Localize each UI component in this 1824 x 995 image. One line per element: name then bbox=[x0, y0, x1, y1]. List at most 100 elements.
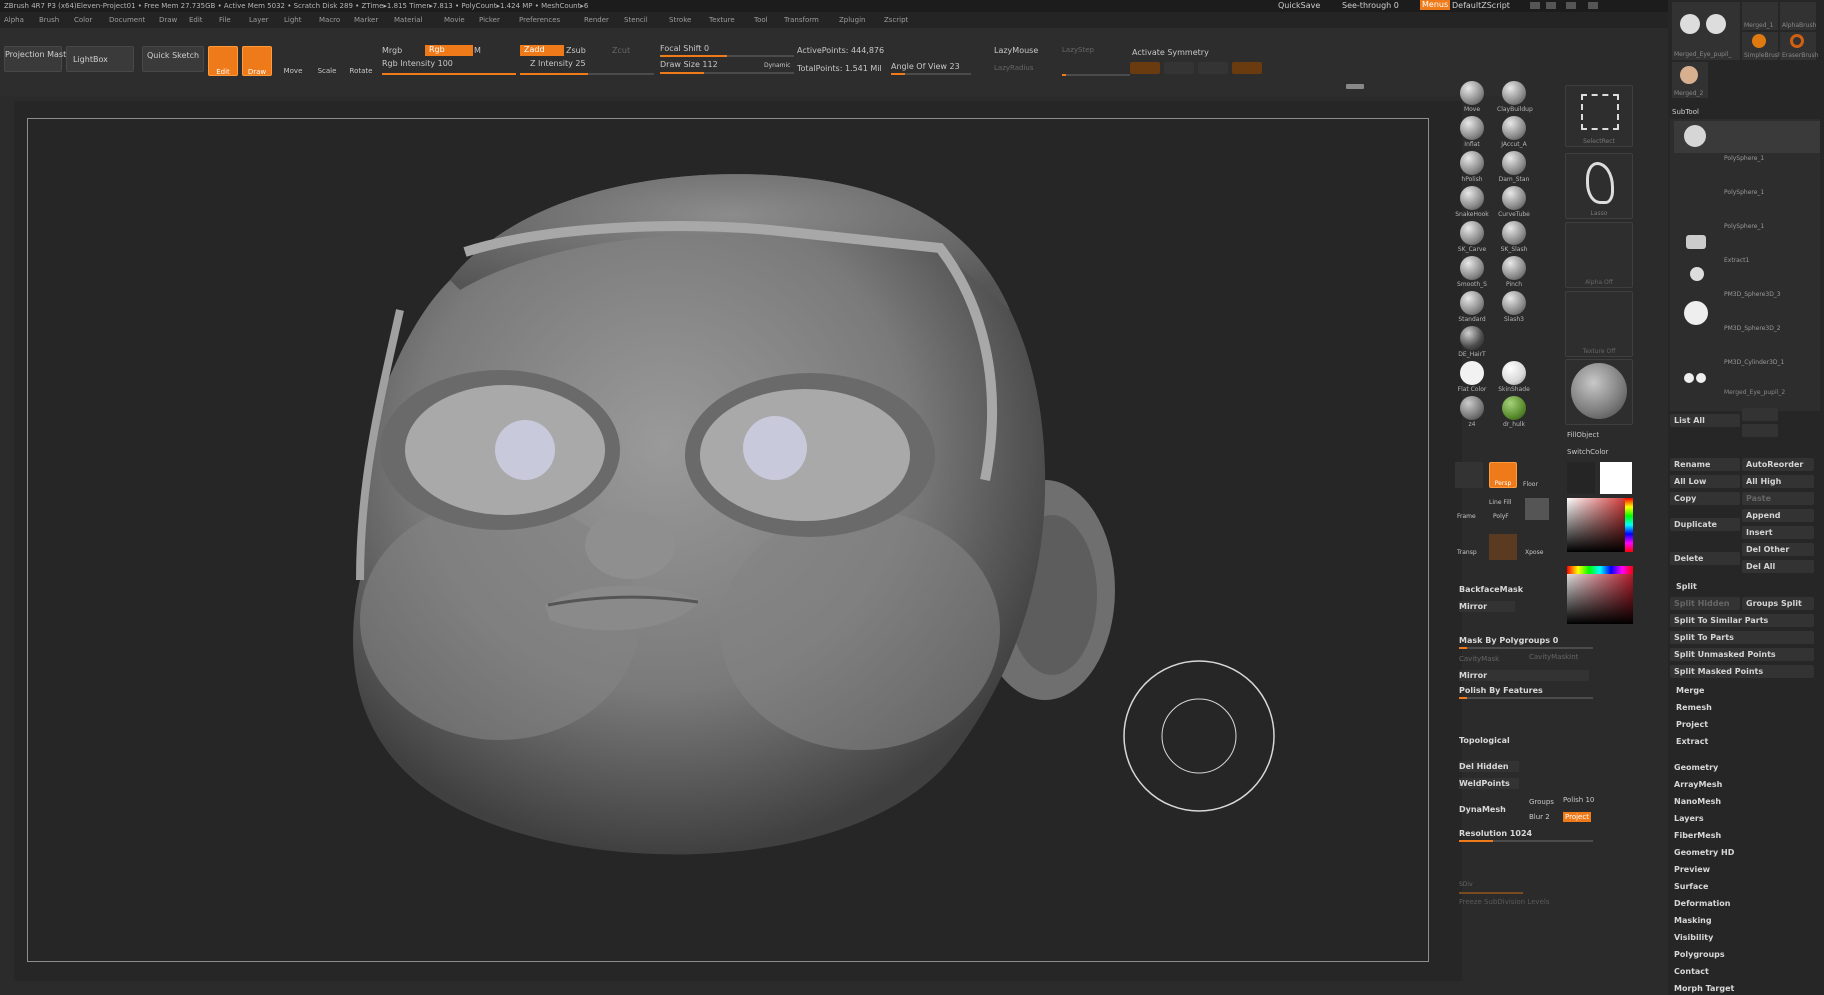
mrgb-button[interactable]: Mrgb bbox=[382, 46, 402, 56]
brush-dam-standard[interactable]: Dam_Stan bbox=[1497, 151, 1531, 183]
layers-menu[interactable]: Layers bbox=[1674, 814, 1704, 823]
polygroups-menu[interactable]: Polygroups bbox=[1674, 950, 1725, 959]
groups-split-button[interactable]: Groups Split bbox=[1742, 597, 1814, 610]
menu-brush[interactable]: Brush bbox=[39, 15, 59, 25]
weldpoints-button[interactable]: WeldPoints bbox=[1459, 778, 1519, 789]
color-picker-main[interactable] bbox=[1567, 498, 1633, 552]
close-icon[interactable] bbox=[1588, 2, 1598, 9]
draw-size-slider[interactable]: Draw Size 112 bbox=[660, 60, 718, 70]
append-button[interactable]: Append bbox=[1742, 509, 1814, 522]
move-button[interactable]: Move bbox=[278, 66, 308, 76]
all-high-button[interactable]: All High bbox=[1742, 475, 1814, 488]
rename-button[interactable]: Rename bbox=[1670, 458, 1740, 471]
switchcolor-button[interactable]: SwitchColor bbox=[1567, 447, 1608, 457]
paste-button[interactable]: Paste bbox=[1742, 492, 1814, 505]
ghost-icon[interactable] bbox=[1489, 534, 1517, 560]
brush-standard[interactable]: Standard bbox=[1455, 291, 1489, 323]
primary-color-swatch[interactable] bbox=[1600, 462, 1632, 494]
menus-button[interactable]: Menus bbox=[1420, 0, 1451, 10]
menu-document[interactable]: Document bbox=[109, 15, 145, 25]
menu-picker[interactable]: Picker bbox=[479, 15, 500, 25]
menu-zplugin[interactable]: Zplugin bbox=[839, 15, 865, 25]
material-preview[interactable] bbox=[1565, 359, 1633, 425]
see-through-slider[interactable]: See-through 0 bbox=[1342, 1, 1399, 11]
brush-pinch[interactable]: Pinch bbox=[1497, 256, 1531, 288]
topological-button[interactable]: Topological bbox=[1459, 735, 1510, 746]
brush-sk-slash[interactable]: SK_Slash bbox=[1497, 221, 1531, 253]
z-intensity-track[interactable] bbox=[520, 73, 654, 75]
transp-button[interactable]: Transp bbox=[1457, 548, 1477, 558]
tool-thumb-alphabrush[interactable]: AlphaBrush bbox=[1780, 2, 1816, 30]
m-button[interactable]: M bbox=[474, 46, 481, 56]
lazyradius-slider[interactable]: LazyRadius bbox=[994, 63, 1033, 73]
angle-of-view-slider[interactable]: Angle Of View 23 bbox=[891, 62, 960, 72]
polish-slider[interactable]: Polish 10 bbox=[1563, 795, 1594, 805]
cavitymaskint-slider[interactable]: CavityMaskInt bbox=[1529, 652, 1578, 662]
project-section[interactable]: Project bbox=[1676, 720, 1708, 729]
menu-preferences[interactable]: Preferences bbox=[519, 15, 560, 25]
brush-hpolish[interactable]: hPolish bbox=[1455, 151, 1489, 183]
menu-transform[interactable]: Transform bbox=[784, 15, 819, 25]
duplicate-button[interactable]: Duplicate bbox=[1670, 518, 1740, 531]
material-flat-color[interactable]: Flat Color bbox=[1455, 361, 1489, 393]
dynamic-toggle[interactable]: Dynamic bbox=[764, 61, 790, 71]
menu-stencil[interactable]: Stencil bbox=[624, 15, 648, 25]
alpha-off-button[interactable]: Alpha Off bbox=[1565, 222, 1633, 288]
menu-layer[interactable]: Layer bbox=[249, 15, 269, 25]
brush-curvetube[interactable]: CurveTube bbox=[1497, 186, 1531, 218]
split-hidden-button[interactable]: Split Hidden bbox=[1670, 597, 1740, 610]
subtool-pm3d-cylinder3d-1[interactable]: PM3D_Cylinder3D_1 bbox=[1674, 357, 1820, 389]
z-intensity-slider[interactable]: Z Intensity 25 bbox=[530, 59, 586, 69]
secondary-color-swatch[interactable] bbox=[1567, 462, 1595, 494]
subtool-polysphere-1b[interactable]: PolySphere_1 bbox=[1674, 187, 1820, 219]
blur-slider[interactable]: Blur 2 bbox=[1529, 812, 1550, 822]
rotate-button[interactable]: Rotate bbox=[346, 66, 376, 76]
projection-master-button[interactable]: Projection Master bbox=[4, 46, 74, 72]
brush-snakehook[interactable]: SnakeHook bbox=[1455, 186, 1489, 218]
preview-menu[interactable]: Preview bbox=[1674, 865, 1710, 874]
settings-icon[interactable] bbox=[1566, 2, 1576, 9]
mirror-2-button[interactable]: Mirror bbox=[1459, 670, 1589, 681]
subtool-extract1[interactable]: Extract1 bbox=[1674, 255, 1820, 287]
rgb-intensity-slider[interactable]: Rgb Intensity 100 bbox=[382, 59, 453, 69]
surface-menu[interactable]: Surface bbox=[1674, 882, 1708, 891]
all-low-button[interactable]: All Low bbox=[1670, 475, 1740, 488]
brush-move[interactable]: Move bbox=[1455, 81, 1489, 113]
split-section[interactable]: Split bbox=[1676, 582, 1697, 591]
subtool-merged-eye-pupil[interactable]: Merged_Eye_pupil_2 bbox=[1724, 389, 1785, 396]
floor-button[interactable]: Floor bbox=[1523, 480, 1538, 490]
menu-light[interactable]: Light bbox=[284, 15, 301, 25]
persp-button[interactable]: Persp bbox=[1489, 462, 1517, 488]
material-skinshade[interactable]: SkinShade bbox=[1497, 361, 1531, 393]
polish-by-features-slider[interactable]: Polish By Features bbox=[1459, 685, 1543, 696]
subtool-polysphere-1c[interactable]: PolySphere_1 bbox=[1674, 221, 1820, 253]
tool-thumb-merged-1[interactable]: Merged_1 bbox=[1742, 2, 1778, 30]
subtool-head[interactable] bbox=[1674, 121, 1820, 153]
line-fill-button[interactable]: Line Fill bbox=[1489, 498, 1511, 508]
quick-sketch-button[interactable]: Quick Sketch bbox=[142, 46, 204, 72]
zadd-button[interactable]: Zadd bbox=[520, 45, 564, 56]
arraymesh-menu[interactable]: ArrayMesh bbox=[1674, 780, 1722, 789]
setup-icon[interactable] bbox=[1455, 462, 1483, 488]
polyf-button[interactable]: PolyF bbox=[1493, 512, 1509, 522]
menu-file[interactable]: File bbox=[219, 15, 231, 25]
draw-button[interactable]: Draw bbox=[242, 46, 272, 76]
material-dr-hulk[interactable]: dr_hulk bbox=[1497, 396, 1531, 428]
polish-by-features-track[interactable] bbox=[1459, 697, 1593, 699]
move-up-arrow-icon[interactable] bbox=[1742, 408, 1778, 421]
draw-size-track[interactable] bbox=[660, 72, 794, 74]
mask-by-polygroups-slider[interactable]: Mask By Polygroups 0 bbox=[1459, 635, 1558, 646]
cavitymask-button[interactable]: CavityMask bbox=[1459, 654, 1499, 664]
xpose-button[interactable]: Xpose bbox=[1525, 548, 1543, 558]
zsub-button[interactable]: Zsub bbox=[566, 46, 586, 56]
sdiv-track[interactable] bbox=[1459, 892, 1523, 894]
menu-edit[interactable]: Edit bbox=[189, 15, 203, 25]
dynamesh-button[interactable]: DynaMesh bbox=[1459, 804, 1506, 815]
split-to-parts-button[interactable]: Split To Parts bbox=[1670, 631, 1814, 644]
backfacemask-button[interactable]: BackfaceMask bbox=[1459, 584, 1523, 595]
extract-section[interactable]: Extract bbox=[1676, 737, 1708, 746]
split-to-similar-parts-button[interactable]: Split To Similar Parts bbox=[1670, 614, 1814, 627]
masking-menu[interactable]: Masking bbox=[1674, 916, 1712, 925]
mask-by-polygroups-track[interactable] bbox=[1459, 647, 1593, 649]
focal-shift-track[interactable] bbox=[660, 55, 794, 57]
